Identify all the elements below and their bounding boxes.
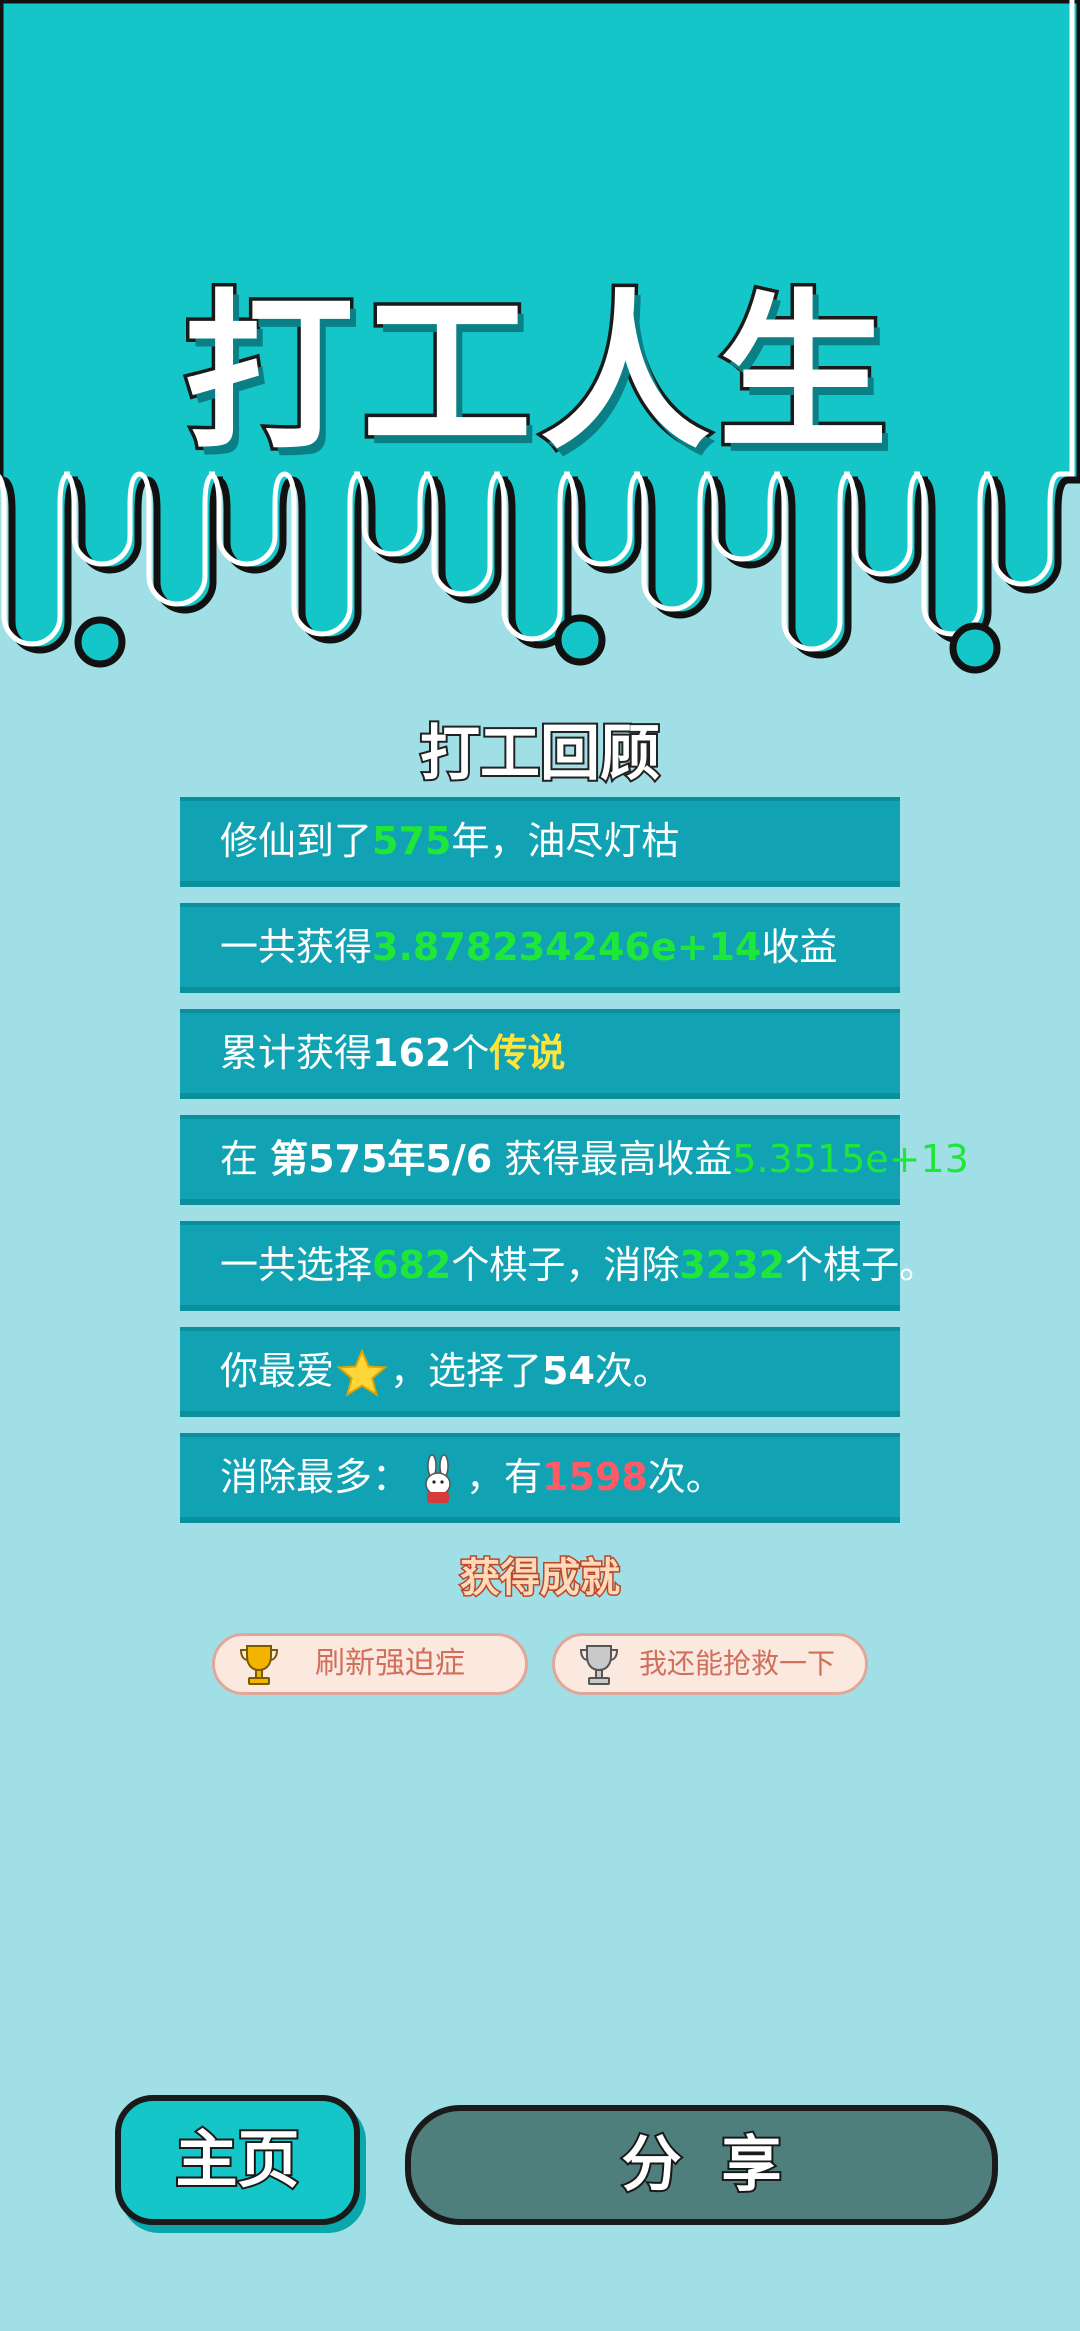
home-button[interactable]: 主页 — [115, 2095, 360, 2225]
stat-row-pieces: 一共选择682个棋子，消除3232个棋子。 — [180, 1221, 937, 1311]
game-title: 打工人生 — [180, 272, 896, 477]
silver-trophy-icon — [579, 1645, 619, 1685]
achievements-title: 获得成就 — [459, 1554, 622, 1603]
drip-dot — [554, 614, 606, 666]
star-icon — [336, 1347, 388, 1397]
achievement-label: 刷新强迫症 — [315, 1646, 465, 1681]
drip-dot — [74, 616, 126, 668]
rabbit-icon — [425, 1453, 451, 1503]
achievement-badge-rescue[interactable]: 我还能抢救一下 — [552, 1633, 868, 1695]
stat-row-total-income: 一共获得3.878234246e+14收益 — [180, 903, 900, 993]
gold-trophy-icon — [239, 1645, 279, 1685]
drip-dot — [949, 622, 1001, 674]
share-button[interactable]: 分享 — [405, 2105, 998, 2225]
stat-row-highest-income: 在 第575年5/6 获得最高收益5.3515e+13 — [180, 1115, 969, 1205]
achievement-label: 我还能抢救一下 — [639, 1647, 836, 1680]
stat-row-legends: 累计获得162个传说 — [180, 1009, 900, 1099]
stat-row-cultivation: 修仙到了575年，油尽灯枯 — [180, 797, 900, 887]
stat-row-most-eliminated: 消除最多： ，有1598次。 — [180, 1433, 900, 1523]
achievement-badge-refresh[interactable]: 刷新强迫症 — [212, 1633, 528, 1695]
review-title: 打工回顾 — [418, 717, 662, 791]
stat-row-favorite: 你最爱 ，选择了54次。 — [180, 1327, 900, 1417]
